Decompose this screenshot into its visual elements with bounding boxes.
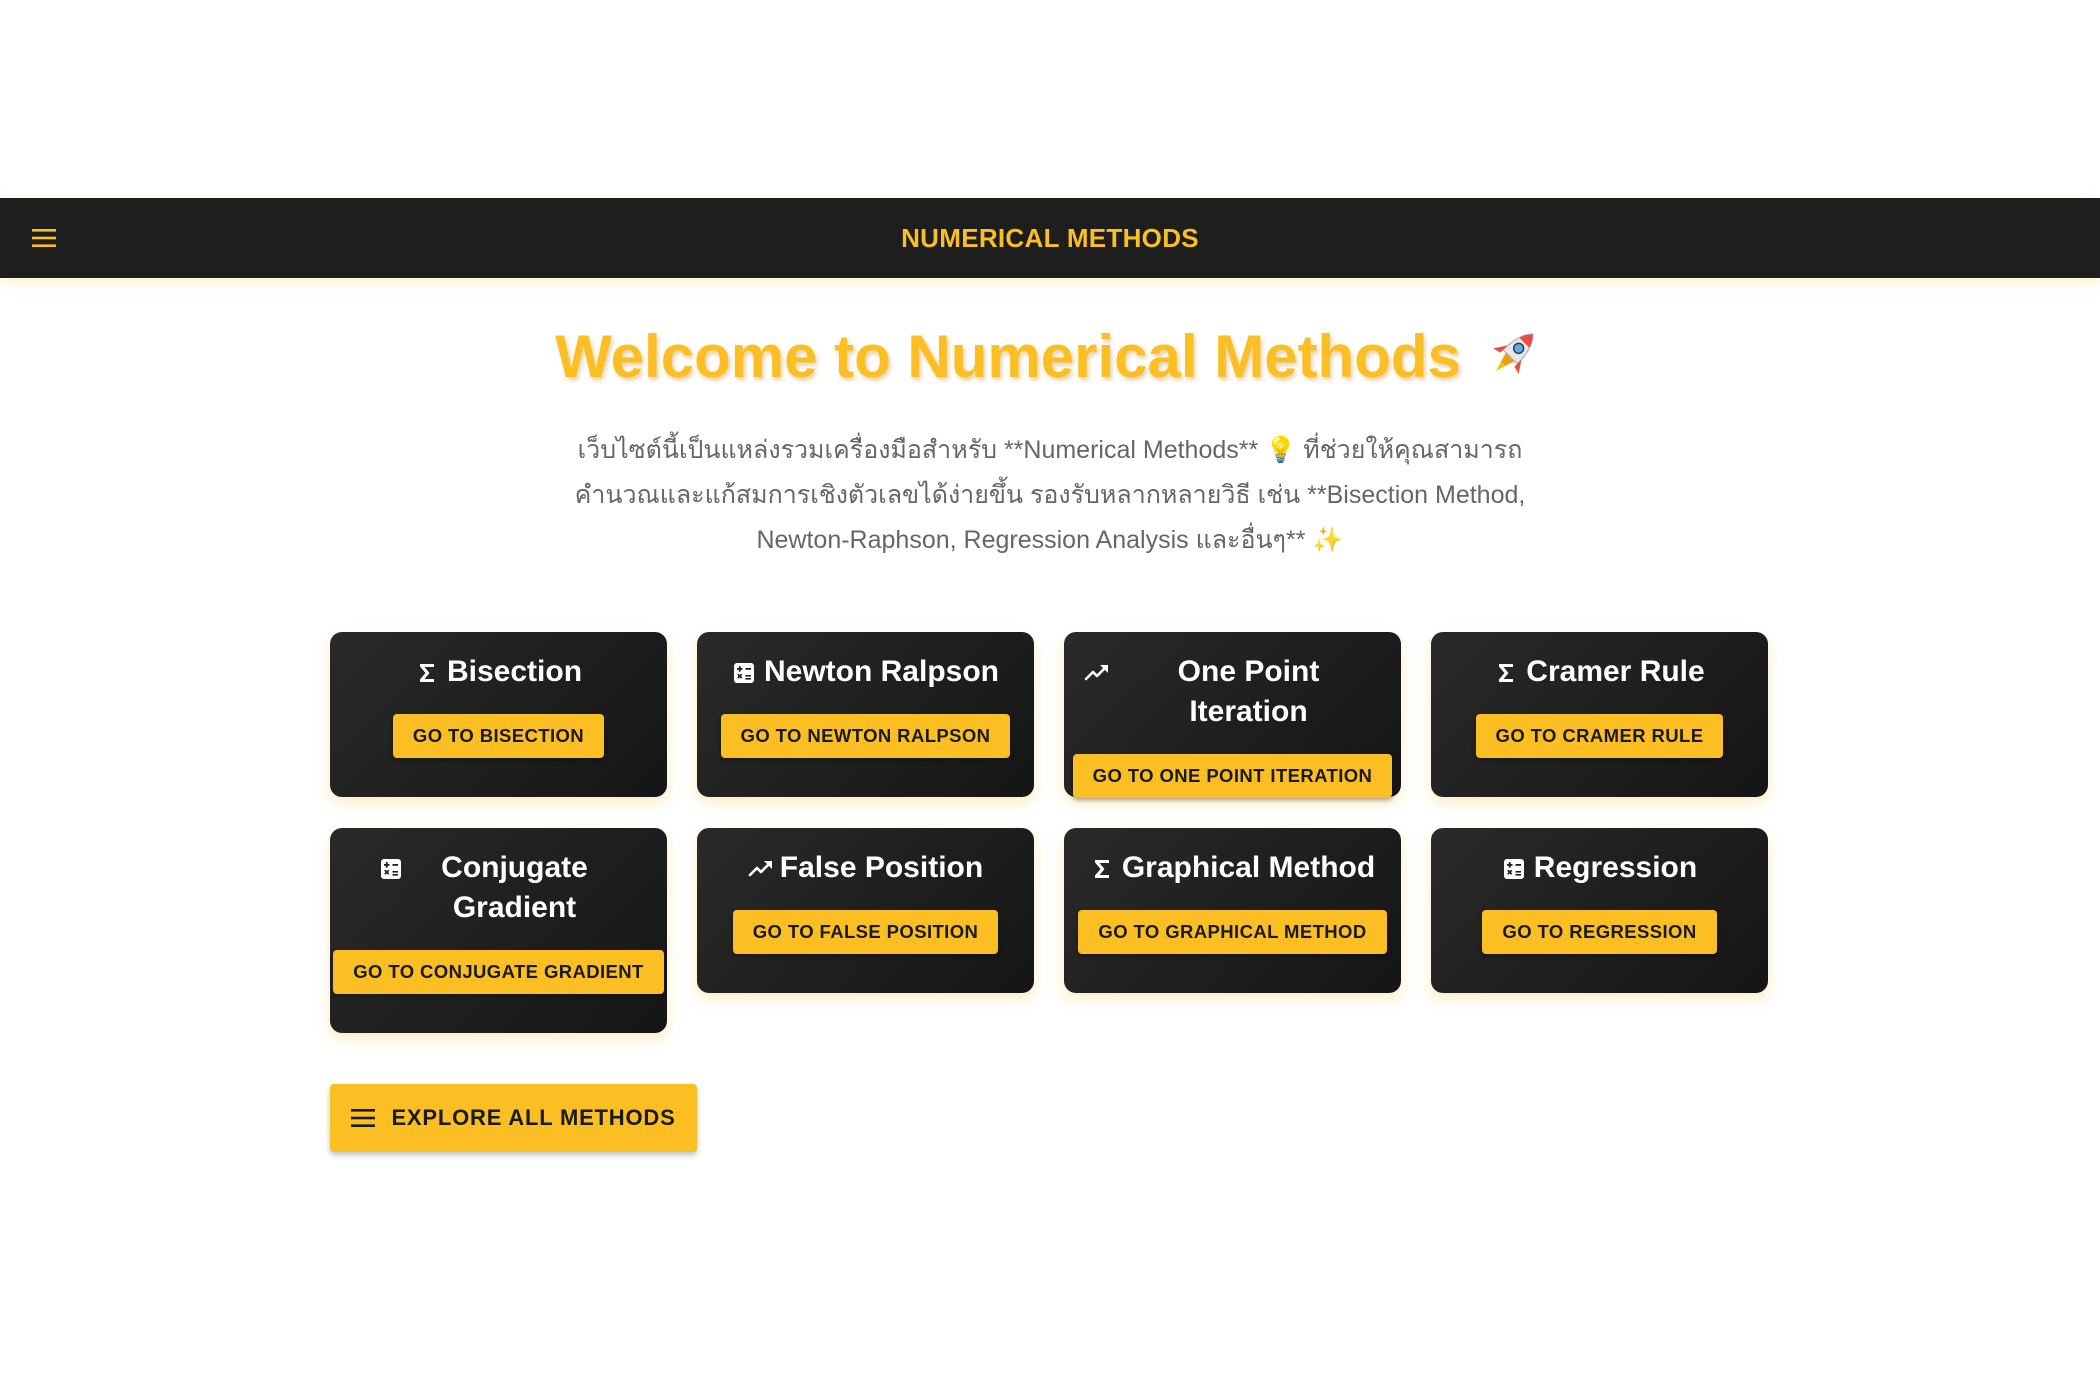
menu-icon bbox=[351, 1109, 376, 1127]
go-to-method-button[interactable]: GO TO BISECTION bbox=[392, 714, 605, 758]
method-card-title: Newton Ralpson bbox=[712, 652, 1019, 692]
app-bar: NUMERICAL METHODS bbox=[0, 198, 2100, 278]
method-card-title: False Position bbox=[728, 848, 1003, 888]
go-to-method-button[interactable]: GO TO FALSE POSITION bbox=[732, 910, 999, 954]
go-to-method-button[interactable]: GO TO NEWTON RALPSON bbox=[720, 714, 1011, 758]
method-card: Graphical Method GO TO GRAPHICAL METHOD bbox=[1064, 828, 1401, 993]
method-card: Bisection GO TO BISECTION bbox=[330, 632, 667, 797]
go-to-method-button[interactable]: GO TO GRAPHICAL METHOD bbox=[1078, 910, 1387, 954]
explore-button-label: EXPLORE ALL METHODS bbox=[391, 1105, 676, 1130]
calculator-icon bbox=[1502, 852, 1526, 879]
method-card-label: Conjugate Gradient bbox=[441, 851, 588, 924]
trending-up-icon bbox=[748, 852, 772, 877]
sigma-icon bbox=[415, 656, 439, 682]
method-card: False Position GO TO FALSE POSITION bbox=[697, 828, 1034, 993]
method-card-label: Cramer Rule bbox=[1526, 655, 1705, 688]
method-card-label: Bisection bbox=[446, 655, 583, 688]
explore-all-methods-button[interactable]: EXPLORE ALL METHODS bbox=[330, 1084, 697, 1152]
method-card-label: Graphical Method bbox=[1121, 851, 1376, 884]
method-card-title: One Point Iteration bbox=[1064, 652, 1401, 732]
method-card-label: Newton Ralpson bbox=[763, 655, 999, 688]
go-to-method-button[interactable]: GO TO CRAMER RULE bbox=[1475, 714, 1724, 758]
page-title: Welcome to Numerical Methods bbox=[0, 322, 2100, 400]
sigma-icon bbox=[1090, 852, 1114, 878]
method-card: Newton Ralpson GO TO NEWTON RALPSON bbox=[697, 632, 1034, 797]
method-card-title: Regression bbox=[1482, 848, 1717, 888]
calculator-icon bbox=[732, 656, 756, 683]
method-card: Conjugate Gradient GO TO CONJUGATE GRADIE… bbox=[330, 828, 667, 1033]
go-to-method-button[interactable]: GO TO ONE POINT ITERATION bbox=[1072, 754, 1393, 798]
method-card-title: Graphical Method bbox=[1070, 848, 1395, 888]
page-description: เว็บไซต์นี้เป็นแหล่งรวมเครื่องมือสำหรับ … bbox=[574, 436, 1526, 554]
go-to-method-button[interactable]: GO TO REGRESSION bbox=[1482, 910, 1717, 954]
menu-button[interactable] bbox=[30, 224, 58, 252]
menu-icon bbox=[32, 229, 56, 247]
method-card: One Point Iteration GO TO ONE POINT ITERA… bbox=[1064, 632, 1401, 798]
app-title: NUMERICAL METHODS bbox=[901, 222, 1199, 253]
method-card-label: False Position bbox=[779, 851, 984, 884]
trending-up-icon bbox=[1084, 656, 1108, 681]
rocket-icon bbox=[1481, 322, 1545, 400]
go-to-method-button[interactable]: GO TO CONJUGATE GRADIENT bbox=[333, 950, 664, 994]
method-card: Cramer Rule GO TO CRAMER RULE bbox=[1431, 632, 1768, 797]
calculator-icon bbox=[379, 852, 403, 879]
method-card-title: Bisection bbox=[395, 652, 602, 692]
page-title-text: Welcome to Numerical Methods bbox=[555, 323, 1461, 390]
method-card-label: One Point Iteration bbox=[1177, 655, 1320, 728]
method-card-label: Regression bbox=[1533, 851, 1698, 884]
sigma-icon bbox=[1494, 656, 1518, 682]
method-card-title: Cramer Rule bbox=[1474, 652, 1724, 692]
method-card: Regression GO TO REGRESSION bbox=[1431, 828, 1768, 993]
method-card-title: Conjugate Gradient bbox=[379, 848, 619, 928]
